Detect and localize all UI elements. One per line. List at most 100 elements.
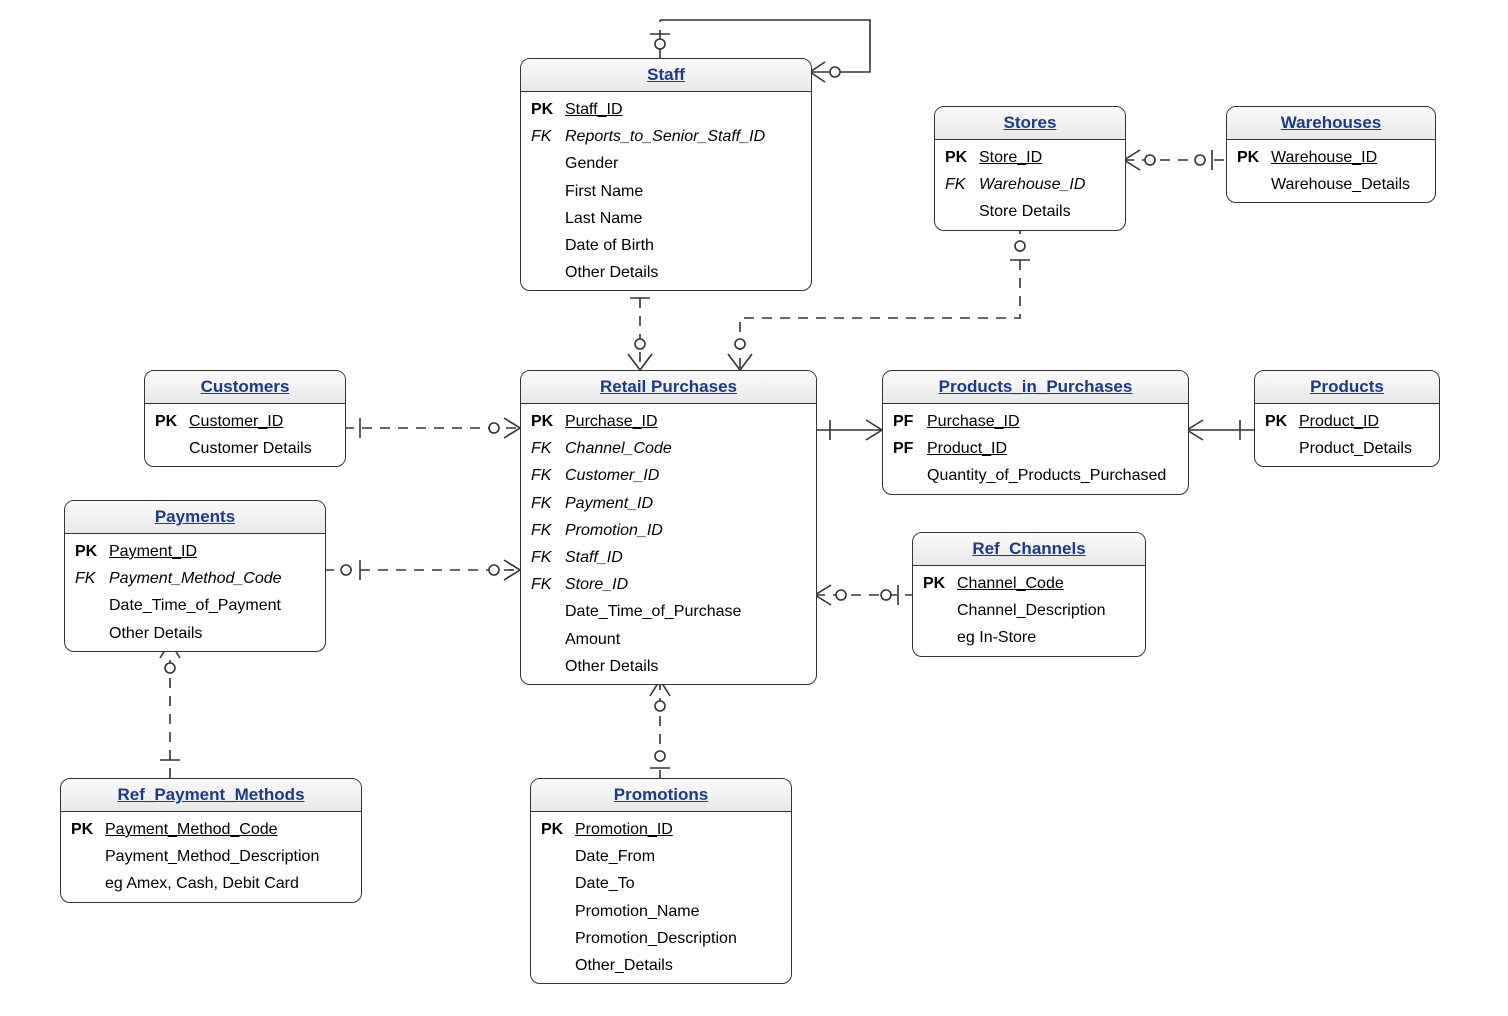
attribute-row: Other Details <box>521 653 816 680</box>
entity-title: Staff <box>521 59 811 92</box>
attribute-name: Purchase_ID <box>927 410 1020 433</box>
key-indicator: PK <box>1237 146 1271 169</box>
key-indicator <box>531 628 565 651</box>
entity-body: PKPromotion_IDDate_FromDate_ToPromotion_… <box>531 812 791 983</box>
attribute-name: Customer Details <box>189 437 312 460</box>
attribute-row: Store Details <box>935 198 1125 225</box>
attribute-row: Last Name <box>521 205 811 232</box>
entity-body: PKStaff_IDFKReports_to_Senior_Staff_IDGe… <box>521 92 811 290</box>
key-indicator <box>531 261 565 284</box>
attribute-name: Other Details <box>565 261 658 284</box>
attribute-name: eg In-Store <box>957 626 1036 649</box>
entity-title: Promotions <box>531 779 791 812</box>
attribute-row: eg Amex, Cash, Debit Card <box>61 870 361 897</box>
entity-title: Warehouses <box>1227 107 1435 140</box>
key-indicator: FK <box>531 519 565 542</box>
attribute-row: PKCustomer_ID <box>145 408 345 435</box>
attribute-name: Quantity_of_Products_Purchased <box>927 464 1166 487</box>
attribute-row: FKStaff_ID <box>521 544 816 571</box>
key-indicator: PK <box>75 540 109 563</box>
attribute-row: Customer Details <box>145 435 345 462</box>
entity-ref-channels[interactable]: Ref_ChannelsPKChannel_CodeChannel_Descri… <box>912 532 1146 657</box>
attribute-row: Gender <box>521 150 811 177</box>
attribute-row: Amount <box>521 626 816 653</box>
key-indicator <box>75 622 109 645</box>
key-indicator <box>531 152 565 175</box>
attribute-name: Date_To <box>575 872 635 895</box>
attribute-row: PKPayment_Method_Code <box>61 816 361 843</box>
attribute-name: Store Details <box>979 200 1071 223</box>
attribute-row: Other_Details <box>531 952 791 979</box>
key-indicator: FK <box>945 173 979 196</box>
entity-title: Ref_Payment_Methods <box>61 779 361 812</box>
attribute-name: Other Details <box>109 622 202 645</box>
attribute-name: Product_ID <box>1299 410 1379 433</box>
attribute-row: PFProduct_ID <box>883 435 1188 462</box>
attribute-row: PFPurchase_ID <box>883 408 1188 435</box>
attribute-name: Date of Birth <box>565 234 654 257</box>
entity-products[interactable]: Products PKProduct_IDProduct_Details <box>1254 370 1440 467</box>
attribute-name: Other_Details <box>575 954 673 977</box>
key-indicator <box>155 437 189 460</box>
attribute-name: Payment_Method_Code <box>109 567 282 590</box>
attribute-name: Promotion_ID <box>575 818 673 841</box>
attribute-name: Payment_Method_Description <box>105 845 319 868</box>
attribute-name: Channel_Code <box>957 572 1064 595</box>
attribute-name: Promotion_Name <box>575 900 700 923</box>
attribute-name: Warehouse_Details <box>1271 173 1410 196</box>
entity-body: PKPurchase_IDFKChannel_CodeFKCustomer_ID… <box>521 404 816 684</box>
rel-staff-retail <box>628 280 652 370</box>
key-indicator: PK <box>531 410 565 433</box>
attribute-row: PKChannel_Code <box>913 570 1145 597</box>
key-indicator: PK <box>541 818 575 841</box>
entity-body: PFPurchase_IDPFProduct_IDQuantity_of_Pro… <box>883 404 1188 494</box>
entity-title: Products <box>1255 371 1439 404</box>
attribute-name: First Name <box>565 180 643 203</box>
key-indicator <box>541 845 575 868</box>
attribute-row: PKPurchase_ID <box>521 408 816 435</box>
attribute-row: FKChannel_Code <box>521 435 816 462</box>
entity-title: Payments <box>65 501 325 534</box>
entity-title: Retail Purchases <box>521 371 816 404</box>
attribute-name: Promotion_Description <box>575 927 737 950</box>
attribute-row: Date of Birth <box>521 232 811 259</box>
attribute-name: Warehouse_ID <box>1271 146 1377 169</box>
entity-warehouses[interactable]: WarehousesPKWarehouse_IDWarehouse_Detail… <box>1226 106 1436 203</box>
entity-products-in-purchases[interactable]: Products_in_PurchasesPFPurchase_IDPFProd… <box>882 370 1189 495</box>
attribute-name: Product_ID <box>927 437 1007 460</box>
attribute-name: Customer_ID <box>189 410 283 433</box>
entity-payments[interactable]: PaymentsPKPayment_IDFKPayment_Method_Cod… <box>64 500 326 652</box>
entity-title: Customers <box>145 371 345 404</box>
entity-body: PKChannel_CodeChannel_Descriptioneg In-S… <box>913 566 1145 656</box>
key-indicator: FK <box>531 492 565 515</box>
entity-ref-payment-methods[interactable]: Ref_Payment_Methods PKPayment_Method_Code… <box>60 778 362 903</box>
attribute-row: FKPayment_Method_Code <box>65 565 325 592</box>
attribute-name: Channel_Description <box>957 599 1106 622</box>
key-indicator <box>893 464 927 487</box>
key-indicator: PK <box>923 572 957 595</box>
entity-promotions[interactable]: PromotionsPKPromotion_IDDate_FromDate_To… <box>530 778 792 984</box>
entity-title: Ref_Channels <box>913 533 1145 566</box>
entity-customers[interactable]: Customers PKCustomer_IDCustomer Details <box>144 370 346 467</box>
attribute-row: PKWarehouse_ID <box>1227 144 1435 171</box>
attribute-row: Product_Details <box>1255 435 1439 462</box>
key-indicator: FK <box>75 567 109 590</box>
attribute-name: Warehouse_ID <box>979 173 1085 196</box>
key-indicator <box>75 594 109 617</box>
entity-staff[interactable]: StaffPKStaff_IDFKReports_to_Senior_Staff… <box>520 58 812 291</box>
entity-stores[interactable]: StoresPKStore_IDFKWarehouse_IDStore Deta… <box>934 106 1126 231</box>
attribute-row: Channel_Description <box>913 597 1145 624</box>
key-indicator: FK <box>531 437 565 460</box>
attribute-name: Payment_ID <box>565 492 653 515</box>
key-indicator: FK <box>531 573 565 596</box>
key-indicator: PK <box>1265 410 1299 433</box>
key-indicator <box>531 234 565 257</box>
entity-retail-purchases[interactable]: Retail PurchasesPKPurchase_IDFKChannel_C… <box>520 370 817 685</box>
attribute-row: FKReports_to_Senior_Staff_ID <box>521 123 811 150</box>
key-indicator <box>541 954 575 977</box>
attribute-row: Date_To <box>531 870 791 897</box>
attribute-name: Reports_to_Senior_Staff_ID <box>565 125 765 148</box>
key-indicator <box>531 655 565 678</box>
key-indicator <box>531 207 565 230</box>
rel-customers-retail <box>344 418 520 438</box>
